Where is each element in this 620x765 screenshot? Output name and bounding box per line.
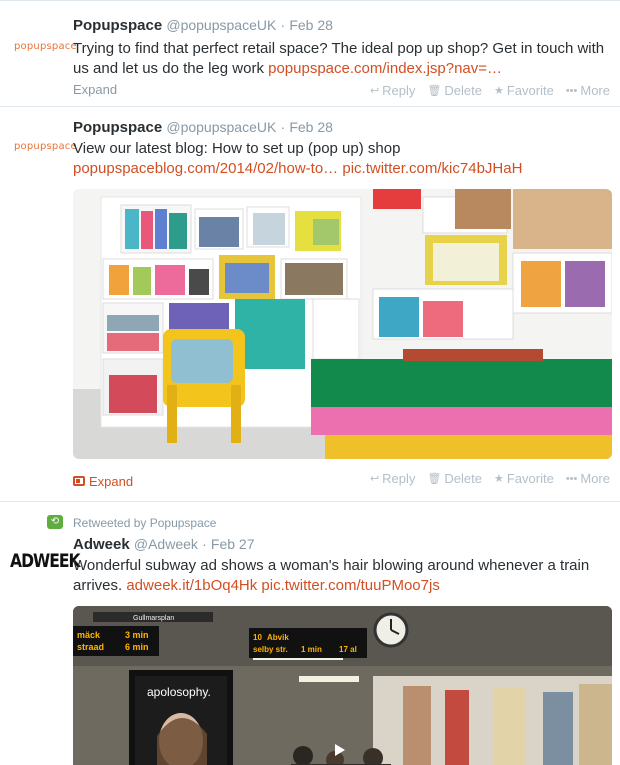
tweet-photo-subway[interactable]: Gullmarsplan mäck 3 min straad 6 min 10 … <box>73 606 612 765</box>
tweet-header: Popupspace @popupspaceUK · Feb 28 <box>73 15 612 36</box>
tweet-photo-shop-shelves[interactable] <box>73 189 612 459</box>
trash-icon: 🗑 <box>427 85 442 97</box>
retweet-icon: ⟲ <box>47 515 63 529</box>
tweet-fullname[interactable]: Adweek <box>73 536 130 553</box>
tweet-link[interactable]: popupspaceblog.com/2014/02/how-to… <box>73 160 338 177</box>
tweet-link[interactable]: popupspace.com/index.jsp?nav=… <box>268 60 502 77</box>
tweet-actions: ↩ Reply 🗑 Delete ★ Favorite ••• More <box>370 471 610 486</box>
popupspace-avatar[interactable]: popupspace <box>14 141 77 152</box>
tweet-pic-link[interactable]: pic.twitter.com/tuuPMoo7js <box>261 577 439 594</box>
station-sign: Gullmarsplan <box>133 615 174 622</box>
tweet-text-body: View our latest blog: How to set up (pop… <box>73 140 401 157</box>
reply-icon: ↩ <box>369 473 380 485</box>
board-left-value-1: 3 min <box>125 630 149 640</box>
tweet-text: Wonderful subway ad shows a woman's hair… <box>73 556 612 596</box>
tweet-handle[interactable]: @Adweek <box>134 536 198 552</box>
tweet-header: Popupspace @popupspaceUK · Feb 28 <box>73 117 612 138</box>
ellipsis-icon: ••• <box>565 84 578 97</box>
separator-dot: · <box>280 17 286 33</box>
tweet-item[interactable]: popupspace Popupspace @popupspaceUK · Fe… <box>0 0 620 107</box>
board-right-value-1: 10 <box>253 633 262 642</box>
tweet-timestamp[interactable]: Feb 27 <box>211 536 255 552</box>
board-left-label-1: mäck <box>77 630 101 640</box>
photo-icon <box>73 476 85 486</box>
tweet-text: View our latest blog: How to set up (pop… <box>73 139 612 179</box>
tweet-pic-link[interactable]: pic.twitter.com/kic74bJHaH <box>342 160 522 177</box>
reply-button[interactable]: ↩ Reply <box>370 471 415 486</box>
delete-button[interactable]: 🗑 Delete <box>427 83 482 98</box>
expand-label: Expand <box>89 473 134 489</box>
board-right-label-2: selby str. <box>253 645 288 654</box>
board-right-value-3: 17 al <box>339 645 357 654</box>
tweet-timestamp[interactable]: Feb 28 <box>289 17 333 33</box>
board-right-label-1: Abvik <box>267 633 289 642</box>
more-button[interactable]: ••• More <box>566 83 610 98</box>
popupspace-avatar[interactable]: popupspace <box>14 41 77 52</box>
star-icon: ★ <box>493 85 504 97</box>
tweet-text: Trying to find that perfect retail space… <box>73 39 612 79</box>
retweet-context[interactable]: Retweeted by Popupspace <box>73 516 216 530</box>
tweet-item[interactable]: ⟲ Retweeted by Popupspace ADWEEK Adweek … <box>0 502 620 765</box>
star-icon: ★ <box>493 473 504 485</box>
expand-button[interactable]: Expand <box>73 82 117 97</box>
separator-dot: · <box>202 536 207 552</box>
reply-icon: ↩ <box>369 85 380 97</box>
board-left-label-2: straad <box>77 642 104 652</box>
tweet-timestamp[interactable]: Feb 28 <box>289 119 333 135</box>
expand-button[interactable]: Expand <box>73 474 133 489</box>
tweet-fullname[interactable]: Popupspace <box>73 119 162 136</box>
tweet-header: Adweek @Adweek · Feb 27 <box>73 534 612 555</box>
more-button[interactable]: ••• More <box>566 471 610 486</box>
adweek-avatar[interactable]: ADWEEK <box>10 550 81 572</box>
tweet-actions: ↩ Reply 🗑 Delete ★ Favorite ••• More <box>370 83 610 98</box>
favorite-button[interactable]: ★ Favorite <box>494 471 554 486</box>
ellipsis-icon: ••• <box>565 472 578 485</box>
separator-dot: · <box>280 119 286 135</box>
tweet-item[interactable]: popupspace Popupspace @popupspaceUK · Fe… <box>0 107 620 502</box>
board-left-value-2: 6 min <box>125 642 149 652</box>
favorite-button[interactable]: ★ Favorite <box>494 83 554 98</box>
board-right-value-2: 1 min <box>301 645 322 654</box>
tweet-handle[interactable]: @popupspaceUK <box>166 17 276 33</box>
ad-brand: apolosophy. <box>147 685 211 699</box>
delete-button[interactable]: 🗑 Delete <box>427 471 482 486</box>
trash-icon: 🗑 <box>427 473 442 485</box>
tweet-handle[interactable]: @popupspaceUK <box>166 119 276 135</box>
tweet-link[interactable]: adweek.it/1bOq4Hk <box>126 577 257 594</box>
tweet-fullname[interactable]: Popupspace <box>73 17 162 34</box>
reply-button[interactable]: ↩ Reply <box>370 83 415 98</box>
